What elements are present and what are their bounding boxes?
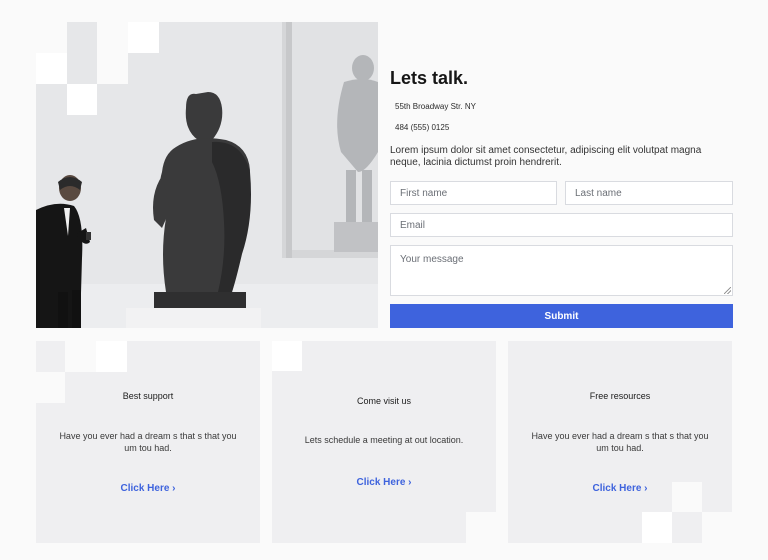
card-come-visit: Come visit us Lets schedule a meeting at… [272,341,496,543]
pixel-block [97,22,128,53]
first-name-field[interactable] [390,181,557,205]
card-free-resources: Free resources Have you ever had a dream… [508,341,732,543]
resize-handle-icon[interactable] [724,287,731,294]
museum-statue-illustration [36,22,378,328]
phone-text: 484 (555) 0125 [395,123,450,132]
pixel-block [96,341,127,372]
message-field[interactable] [390,245,733,296]
card-title: Come visit us [356,396,411,406]
pixel-block [65,341,96,372]
submit-button[interactable]: Submit [390,304,733,328]
page-title: Lets talk. [390,68,469,88]
pixel-block [702,512,732,543]
pixel-block [642,512,672,543]
hero-photo [36,22,378,328]
pixel-block [36,53,67,84]
pixel-block [466,512,496,543]
card-title: Best support [122,391,174,401]
pixel-block [97,53,128,84]
email-field[interactable] [390,213,733,237]
address-text: 55th Broadway Str. NY [395,102,476,111]
click-here-link[interactable]: Click Here › [272,477,496,488]
card-text: Have you ever had a dream s that s that … [531,431,709,453]
pixel-block [272,341,302,371]
card-text: Lets schedule a meeting at out location. [304,435,464,445]
card-best-support: Best support Have you ever had a dream s… [36,341,260,543]
intro-text: Lorem ipsum dolor sit amet consectetur, … [390,145,702,168]
contact-section: Lets talk. 55th Broadway Str. NY 484 (55… [390,22,733,328]
pixel-block [67,84,97,115]
click-here-link[interactable]: Click Here › [36,483,260,494]
card-text: Have you ever had a dream s that s that … [59,431,237,453]
card-title: Free resources [589,391,651,401]
last-name-field[interactable] [565,181,733,205]
pixel-block [36,22,67,53]
pixel-block [128,22,159,53]
click-here-link[interactable]: Click Here › [508,483,732,494]
